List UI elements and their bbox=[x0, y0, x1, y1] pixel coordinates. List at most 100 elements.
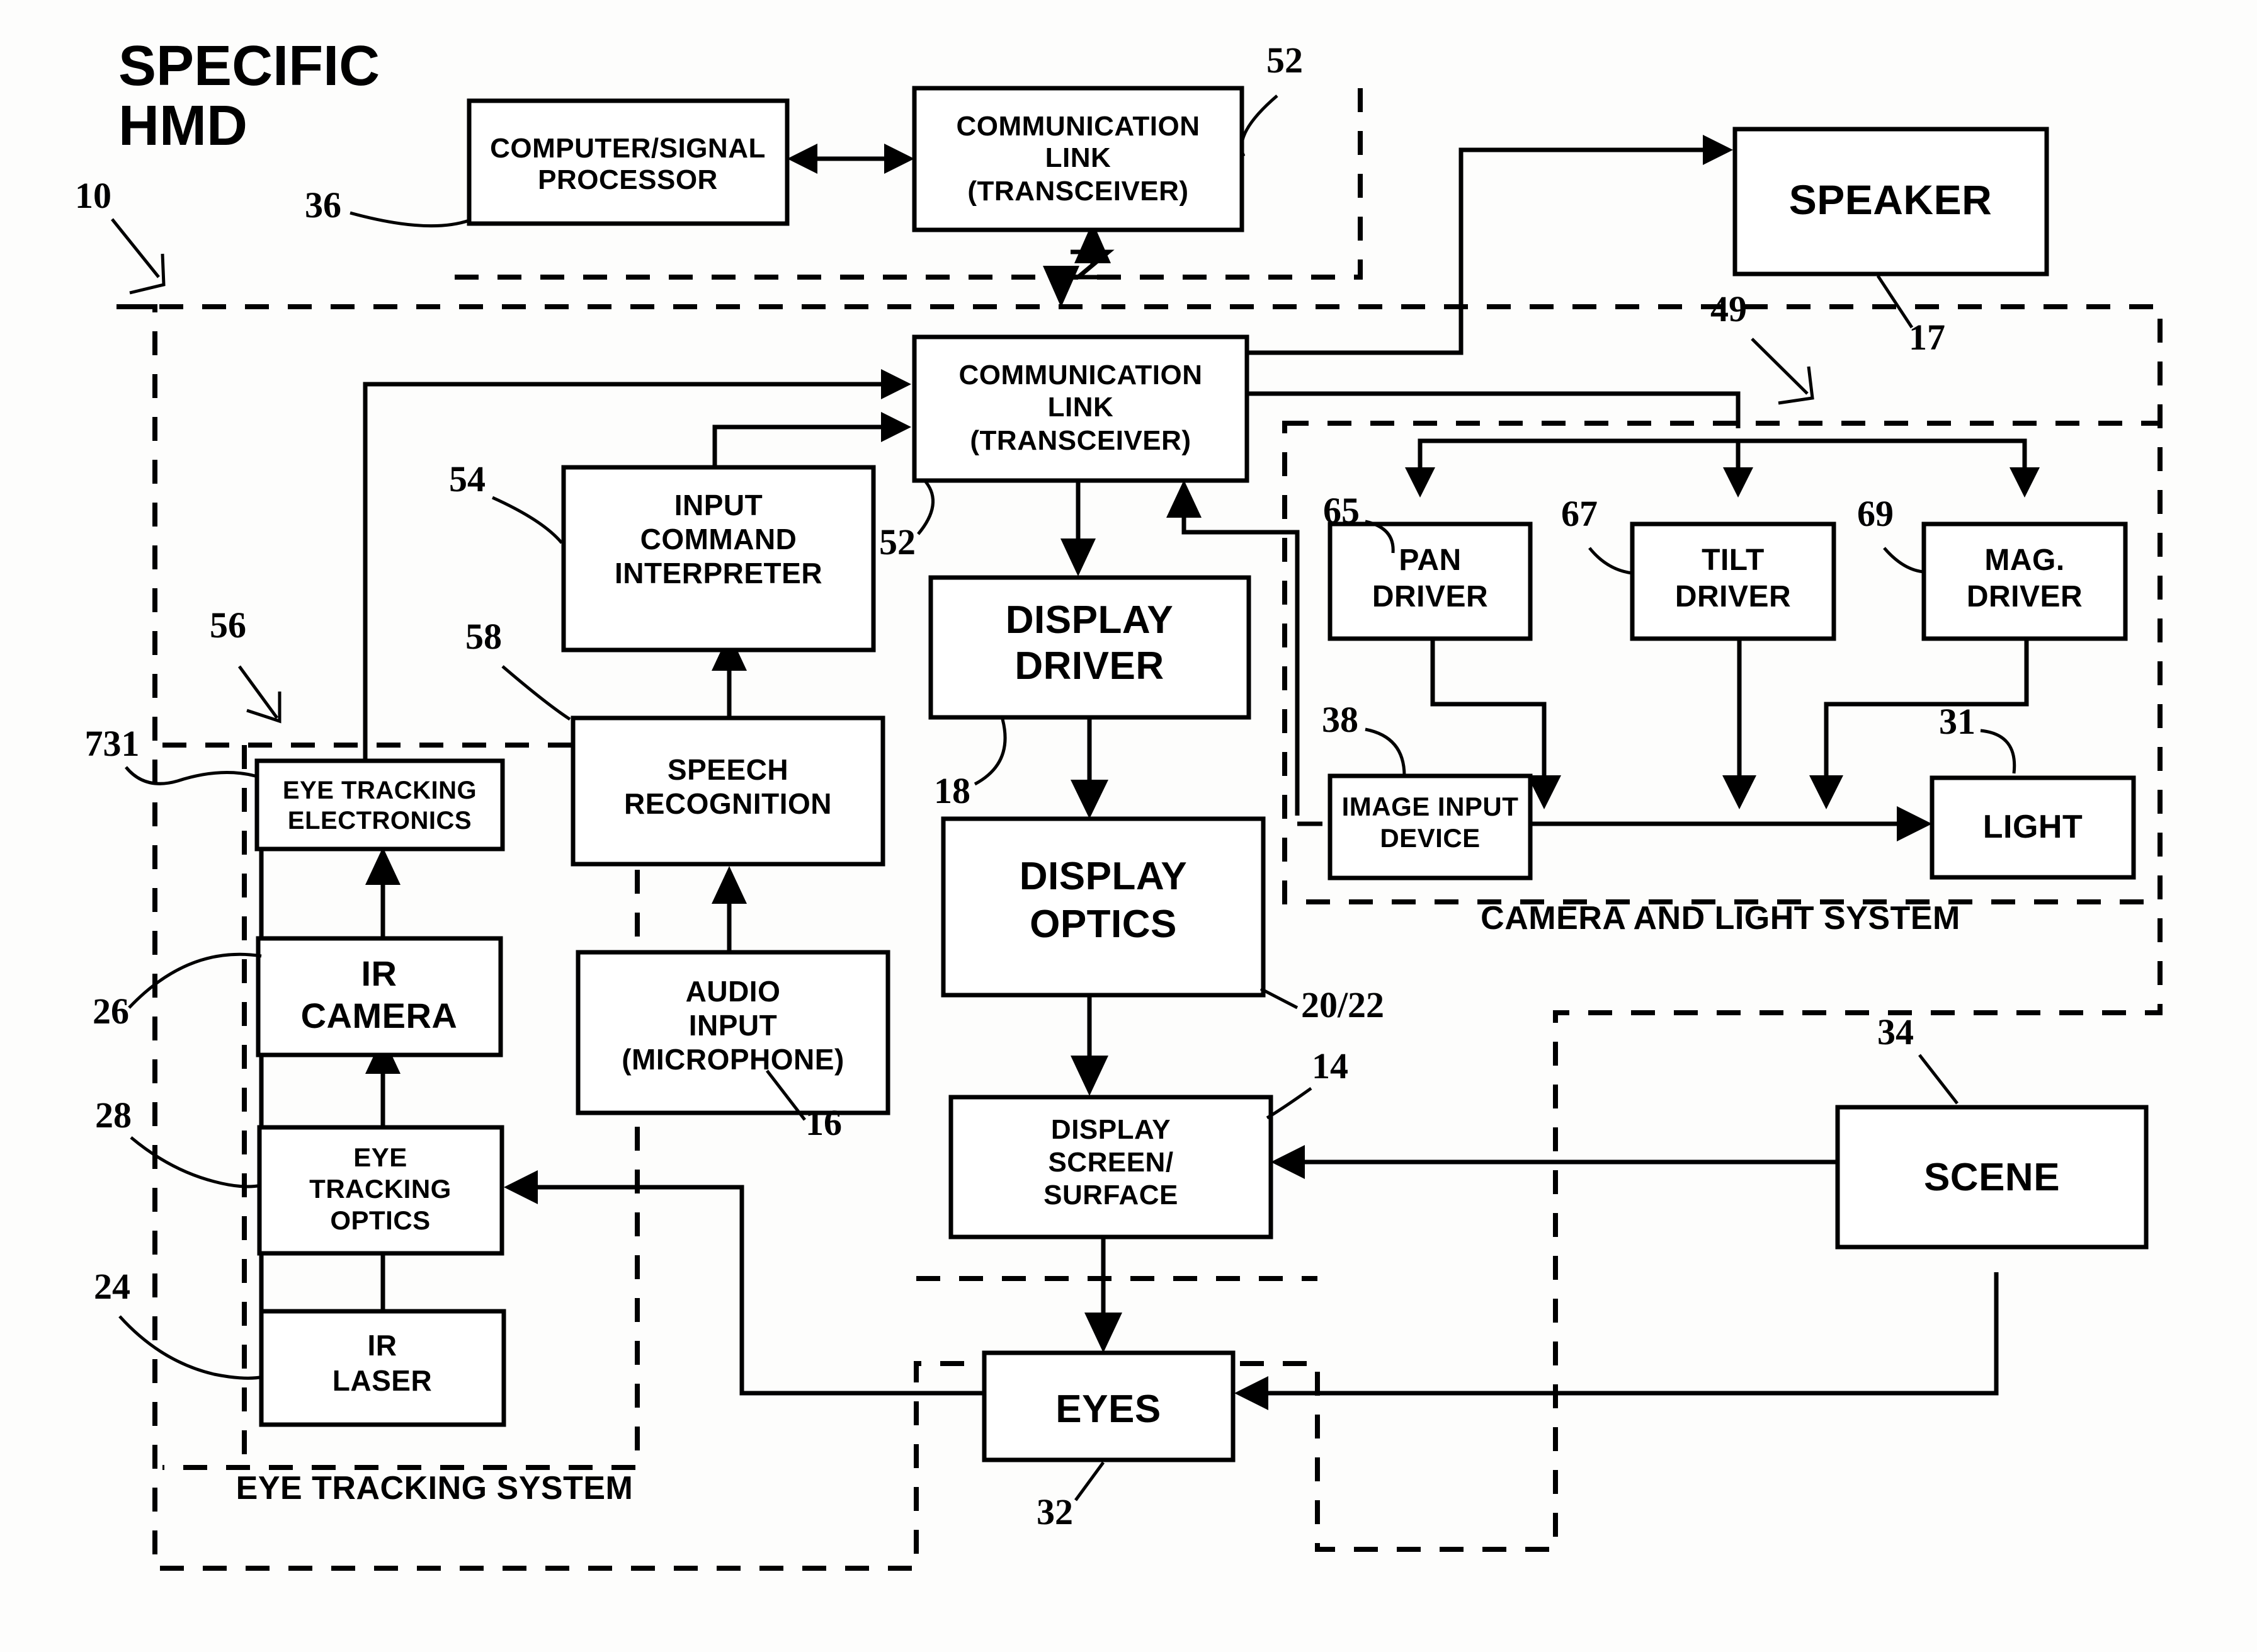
display-screen-line2: SCREEN/ bbox=[1048, 1147, 1173, 1178]
box-comm-link-top[interactable]: COMMUNICATION LINK (TRANSCEIVER) bbox=[912, 86, 1244, 232]
eye-tracking-optics-line1: EYE bbox=[353, 1142, 407, 1172]
eye-tracking-electronics-line1: EYE TRACKING bbox=[283, 777, 477, 804]
box-comm-link-hmd[interactable]: COMMUNICATION LINK (TRANSCEIVER) bbox=[912, 334, 1249, 483]
ref-38: 38 bbox=[1322, 699, 1358, 740]
lead-38 bbox=[1365, 727, 1406, 777]
box-pan-driver[interactable]: PAN DRIVER bbox=[1327, 521, 1533, 641]
comm-link-hmd-line1: COMMUNICATION bbox=[959, 360, 1203, 390]
eye-tracking-optics-line3: OPTICS bbox=[330, 1205, 430, 1235]
box-display-optics[interactable]: DISPLAY OPTICS bbox=[941, 816, 1266, 998]
eye-tracking-optics-line2: TRACKING bbox=[309, 1174, 452, 1204]
lead-28 bbox=[130, 1136, 262, 1188]
lead-18 bbox=[974, 719, 1007, 786]
lead-58 bbox=[501, 665, 571, 721]
lead-731 bbox=[125, 766, 256, 785]
box-eye-tracking-optics[interactable]: EYE TRACKING OPTICS bbox=[257, 1125, 504, 1256]
box-display-driver[interactable]: DISPLAY DRIVER bbox=[928, 575, 1251, 720]
speaker-label: SPEAKER bbox=[1789, 176, 1993, 223]
lead-54 bbox=[491, 496, 563, 544]
box-scene[interactable]: SCENE bbox=[1835, 1105, 2149, 1250]
box-input-command-interpreter[interactable]: INPUT COMMAND INTERPRETER bbox=[561, 465, 876, 652]
input-command-interpreter-line1: INPUT bbox=[674, 489, 763, 521]
ref-18: 18 bbox=[934, 770, 970, 811]
box-speech-recognition[interactable]: SPEECH RECOGNITION bbox=[571, 715, 885, 867]
link-pan-driver-down bbox=[1430, 637, 1547, 790]
ref-16: 16 bbox=[805, 1102, 842, 1143]
box-tilt-driver[interactable]: TILT DRIVER bbox=[1630, 521, 1836, 641]
link-mag-driver-down bbox=[1824, 637, 2029, 790]
ref-14: 14 bbox=[1312, 1045, 1348, 1086]
box-display-screen-surface[interactable]: DISPLAY SCREEN/ SURFACE bbox=[948, 1095, 1273, 1239]
driver-bus-horizontal bbox=[1418, 438, 2027, 484]
ref-26: 26 bbox=[93, 991, 129, 1032]
audio-input-line2: INPUT bbox=[689, 1009, 778, 1042]
ref-49: 49 bbox=[1710, 288, 1747, 329]
tilt-driver-line1: TILT bbox=[1702, 544, 1765, 577]
box-audio-input[interactable]: AUDIO INPUT (MICROPHONE) bbox=[576, 950, 890, 1115]
image-input-device-line1: IMAGE INPUT bbox=[1342, 792, 1519, 821]
computer-signal-processor-line1: COMPUTER/SIGNAL bbox=[490, 133, 766, 164]
box-image-input-device[interactable]: IMAGE INPUT DEVICE bbox=[1327, 773, 1533, 880]
ref-20-22: 20/22 bbox=[1301, 984, 1384, 1025]
comm-link-top-line1: COMMUNICATION bbox=[957, 111, 1200, 142]
input-command-interpreter-line2: COMMAND bbox=[640, 523, 797, 555]
ir-laser-line2: LASER bbox=[333, 1364, 432, 1397]
ir-laser-line1: IR bbox=[368, 1329, 397, 1362]
light-label: LIGHT bbox=[1983, 809, 2083, 845]
ref-34: 34 bbox=[1877, 1011, 1914, 1052]
comm-link-top-line3: (TRANSCEIVER) bbox=[967, 176, 1188, 207]
eye-tracking-system-label: EYE TRACKING SYSTEM bbox=[236, 1470, 634, 1507]
ref-56: 56 bbox=[210, 605, 246, 646]
tilt-driver-line2: DRIVER bbox=[1675, 580, 1791, 613]
audio-input-line1: AUDIO bbox=[686, 975, 781, 1008]
lead-10 bbox=[111, 218, 160, 278]
box-speaker[interactable]: SPEAKER bbox=[1732, 127, 2049, 276]
lead-24 bbox=[118, 1315, 264, 1380]
box-ir-laser[interactable]: IR LASER bbox=[259, 1309, 506, 1427]
ref-17: 17 bbox=[1909, 317, 1945, 358]
lead-34 bbox=[1918, 1054, 1959, 1105]
lead-32 bbox=[1074, 1461, 1105, 1501]
ref-54: 54 bbox=[449, 459, 486, 499]
lead-26 bbox=[128, 952, 262, 1009]
link-hmd-commlink-right-top bbox=[1247, 208, 1464, 355]
lead-20-22 bbox=[1259, 987, 1299, 1010]
input-command-interpreter-line3: INTERPRETER bbox=[615, 557, 822, 590]
box-mag-driver[interactable]: MAG. DRIVER bbox=[1921, 521, 2128, 641]
lead-49 bbox=[1751, 338, 1809, 395]
box-computer-signal-processor[interactable]: COMPUTER/SIGNAL PROCESSOR bbox=[467, 98, 790, 226]
display-screen-line1: DISPLAY bbox=[1051, 1114, 1171, 1145]
ref-24: 24 bbox=[94, 1266, 130, 1307]
box-ir-camera[interactable]: IR CAMERA bbox=[256, 936, 503, 1057]
figure-title-line2: HMD bbox=[118, 94, 247, 157]
lead-17 bbox=[1876, 275, 1914, 329]
box-eyes[interactable]: EYES bbox=[982, 1350, 1236, 1462]
lead-31 bbox=[1980, 729, 2016, 774]
hmd-block-diagram: COMPUTER/SIGNAL PROCESSOR COMMUNICATION … bbox=[75, 35, 2163, 1571]
pan-driver-line1: PAN bbox=[1399, 544, 1461, 577]
scene-label: SCENE bbox=[1924, 1156, 2060, 1199]
ref-36: 36 bbox=[305, 185, 341, 225]
comm-link-top-line2: LINK bbox=[1045, 142, 1111, 173]
ref-58: 58 bbox=[465, 616, 502, 657]
link-scene-to-eyes bbox=[1253, 1272, 1999, 1396]
pan-driver-line2: DRIVER bbox=[1372, 580, 1488, 613]
image-input-device-line2: DEVICE bbox=[1380, 823, 1480, 853]
lead-67 bbox=[1588, 547, 1633, 575]
link-commlink-to-driver-bus bbox=[1247, 391, 1741, 428]
lead-56 bbox=[237, 665, 279, 719]
patent-figure-canvas: COMPUTER/SIGNAL PROCESSOR COMMUNICATION … bbox=[0, 0, 2257, 1652]
link-eyes-to-eyetracking-optics bbox=[523, 1185, 982, 1396]
lead-69 bbox=[1883, 547, 1924, 574]
ref-32: 32 bbox=[1037, 1491, 1073, 1532]
speech-recognition-line1: SPEECH bbox=[668, 753, 788, 786]
ref-52-top: 52 bbox=[1266, 40, 1303, 81]
audio-input-line3: (MICROPHONE) bbox=[622, 1043, 844, 1076]
comm-link-hmd-line2: LINK bbox=[1048, 392, 1114, 423]
ref-31: 31 bbox=[1939, 701, 1976, 742]
box-light[interactable]: LIGHT bbox=[1930, 775, 2136, 880]
ref-52-hmd: 52 bbox=[879, 521, 916, 562]
box-eye-tracking-electronics[interactable]: EYE TRACKING ELECTRONICS bbox=[254, 758, 505, 852]
wireless-down-arrow bbox=[1043, 266, 1079, 307]
ref-10: 10 bbox=[75, 175, 111, 216]
